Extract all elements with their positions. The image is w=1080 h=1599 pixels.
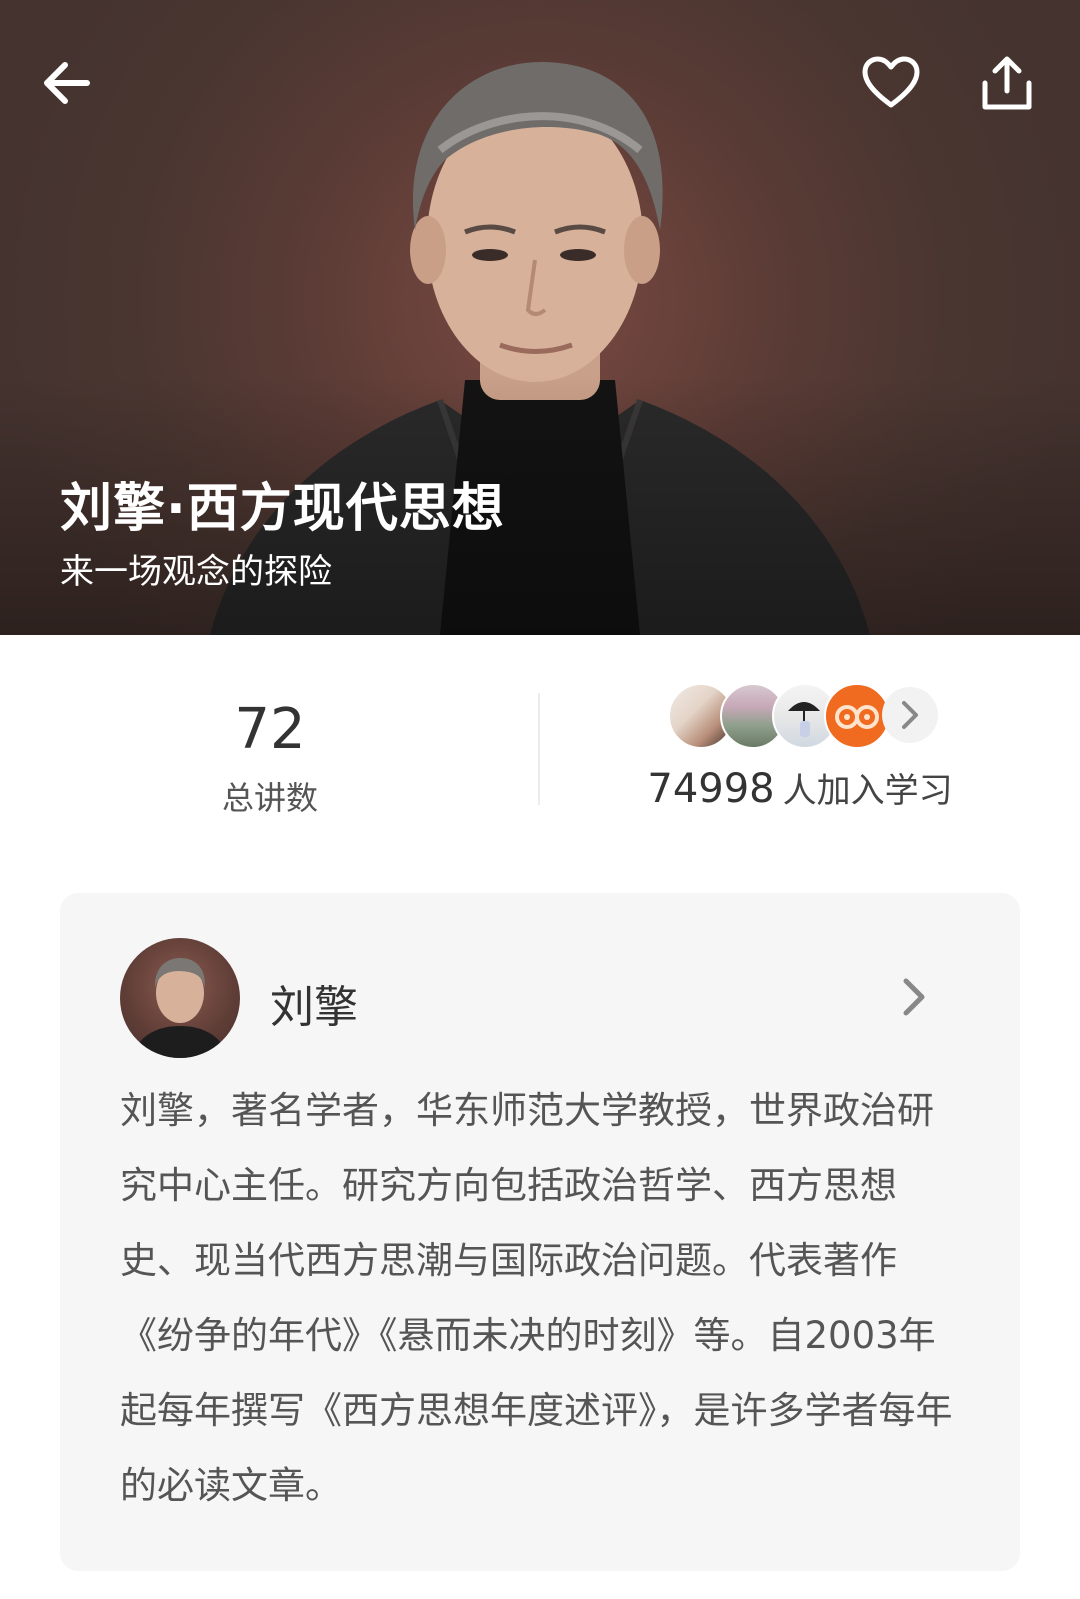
learner-avatars[interactable] — [668, 683, 958, 749]
more-learners-button[interactable] — [882, 687, 938, 743]
author-card[interactable]: 刘擎 刘擎，著名学者，华东师范大学教授，世界政治研究中心主任。研究方向包括政治哲… — [60, 893, 1020, 1571]
chevron-right-icon — [902, 701, 918, 729]
course-stats: 72 总讲数 74998 人加入学习 — [0, 635, 1080, 885]
lesson-count-label: 总讲数 — [221, 779, 318, 817]
author-name: 刘擎 — [270, 982, 358, 1033]
learner-count-stat: 74998 人加入学习 — [600, 763, 1000, 812]
learner-avatar — [824, 683, 890, 749]
lesson-count-stat: 72 总讲数 — [120, 695, 420, 819]
share-button[interactable] — [972, 48, 1042, 118]
favorite-button[interactable] — [856, 48, 926, 118]
author-avatar-image — [130, 958, 230, 1058]
chevron-right-icon — [903, 978, 925, 1016]
course-hero: 刘擎·西方现代思想 来一场观念的探险 — [0, 0, 1080, 635]
lesson-count-value: 72 — [234, 697, 306, 762]
author-bio: 刘擎，著名学者，华东师范大学教授，世界政治研究中心主任。研究方向包括政治哲学、西… — [120, 1089, 953, 1507]
author-avatar — [120, 938, 240, 1058]
share-icon — [982, 56, 1032, 110]
back-button[interactable] — [32, 48, 102, 118]
owl-icon — [835, 705, 879, 729]
learner-count-value: 74998 — [647, 766, 775, 812]
course-title: 刘擎·西方现代思想 — [60, 479, 505, 539]
arrow-left-icon — [44, 62, 90, 104]
stats-divider — [538, 693, 540, 805]
heart-icon — [862, 56, 920, 108]
learner-count-label: 人加入学习 — [782, 771, 953, 811]
course-subtitle: 来一场观念的探险 — [60, 552, 332, 592]
